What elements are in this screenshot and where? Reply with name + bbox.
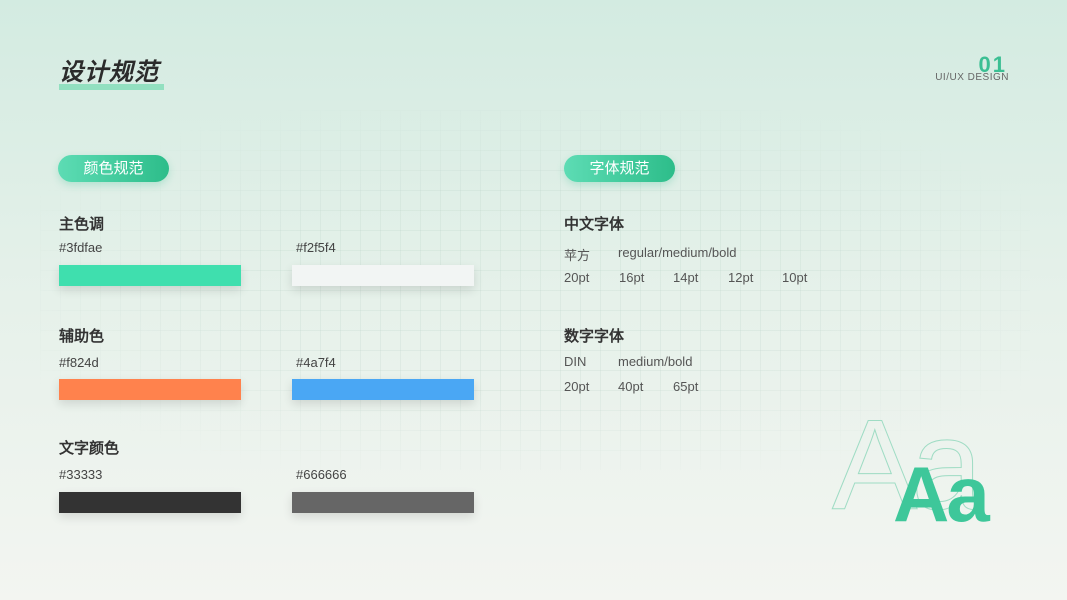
font-size: 40pt bbox=[618, 379, 644, 394]
color-swatch bbox=[292, 492, 474, 513]
color-swatch bbox=[59, 265, 241, 286]
font-size: 10pt bbox=[782, 270, 808, 285]
auxiliary-color-label: 辅助色 bbox=[59, 328, 105, 345]
hex-label: #33333 bbox=[59, 467, 103, 482]
hex-label: #666666 bbox=[296, 467, 347, 482]
font-family-name: 苹方 bbox=[564, 248, 591, 263]
font-size: 14pt bbox=[673, 270, 699, 285]
font-size: 65pt bbox=[673, 379, 699, 394]
page-title-block: 设计规范 bbox=[59, 58, 164, 90]
hex-label: #3fdfae bbox=[59, 240, 103, 255]
font-size: 20pt bbox=[564, 379, 590, 394]
aa-solid-sample: Aa bbox=[893, 450, 990, 538]
hex-label: #f2f5f4 bbox=[296, 240, 336, 255]
color-swatch bbox=[292, 265, 474, 286]
hex-label: #f824d bbox=[59, 355, 99, 370]
font-family-name: DIN bbox=[564, 354, 587, 369]
font-weights: medium/bold bbox=[618, 354, 693, 369]
main-color-label: 主色调 bbox=[59, 216, 105, 233]
hex-label: #4a7f4 bbox=[296, 355, 336, 370]
font-size: 12pt bbox=[728, 270, 754, 285]
color-swatch bbox=[59, 492, 241, 513]
font-size: 20pt bbox=[564, 270, 590, 285]
font-size: 16pt bbox=[619, 270, 645, 285]
color-spec-pill: 颜色规范 bbox=[58, 155, 169, 182]
color-swatch bbox=[292, 379, 474, 400]
page-title: 设计规范 bbox=[59, 59, 159, 86]
font-weights: regular/medium/bold bbox=[618, 245, 737, 260]
numeric-font-label: 数字字体 bbox=[564, 328, 625, 345]
chinese-font-label: 中文字体 bbox=[564, 216, 625, 233]
font-spec-pill: 字体规范 bbox=[564, 155, 675, 182]
color-swatch bbox=[59, 379, 241, 400]
text-color-label: 文字颜色 bbox=[59, 440, 120, 457]
page-subtitle: UI/UX DESIGN bbox=[935, 72, 1009, 83]
